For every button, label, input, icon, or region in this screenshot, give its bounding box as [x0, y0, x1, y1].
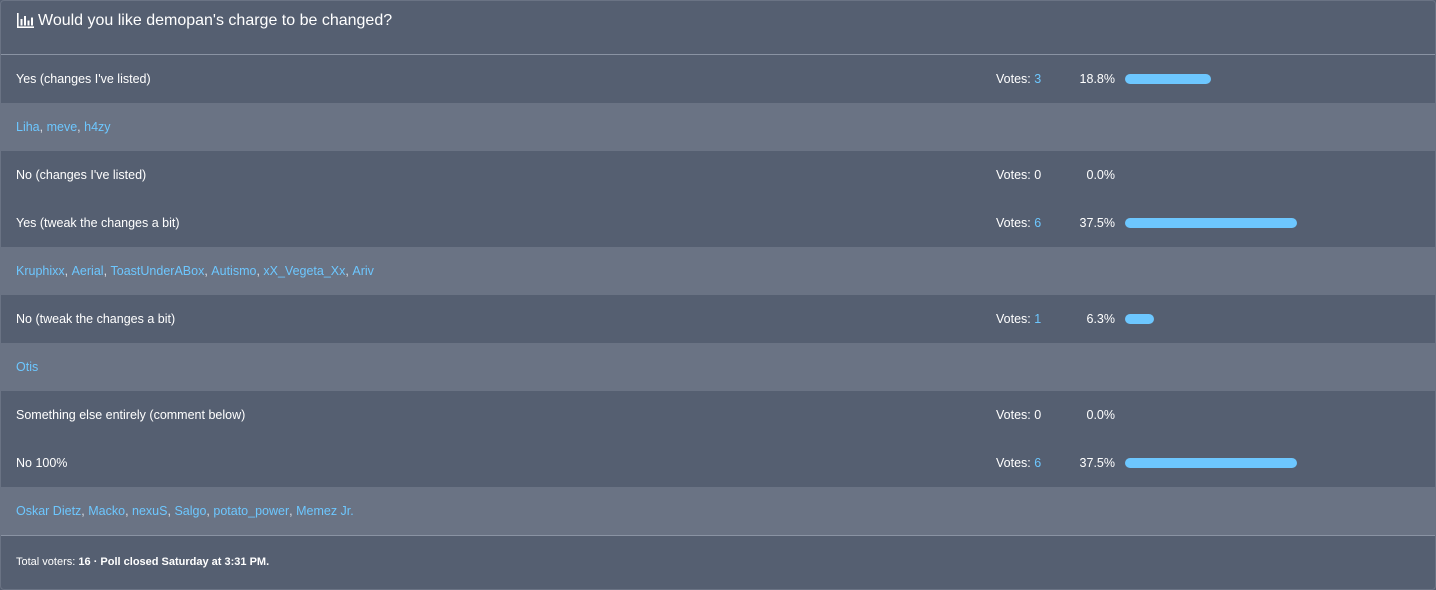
- poll-option-label: Yes (changes I've listed): [16, 72, 151, 86]
- poll-option-label: No 100%: [16, 456, 68, 470]
- poll-option-label: No (changes I've listed): [16, 168, 147, 182]
- votes-label: Votes:: [996, 168, 1031, 182]
- poll-header: Would you like demopan's charge to be ch…: [1, 0, 1435, 55]
- poll-option-label: Something else entirely (comment below): [16, 408, 246, 422]
- voter-link[interactable]: h4zy: [84, 120, 110, 134]
- votes-label: Votes:: [996, 456, 1031, 470]
- poll-option-percent: 37.5%: [1079, 216, 1115, 230]
- votes-count[interactable]: 3: [1034, 72, 1041, 86]
- poll-option-bar: [1125, 218, 1297, 228]
- poll-option-row: Yes (changes I've listed) Votes: 3 18.8%: [1, 55, 1435, 103]
- voter-link[interactable]: Aerial: [72, 264, 104, 278]
- poll-option-votes: Votes: 0: [996, 408, 1058, 422]
- poll-option-percent: 6.3%: [1086, 312, 1116, 326]
- poll-option-row: No 100% Votes: 6 37.5%: [1, 439, 1435, 487]
- votes-label: Votes:: [996, 72, 1031, 86]
- poll-option-row: Something else entirely (comment below) V…: [1, 391, 1435, 439]
- footer-separator: ·: [93, 555, 98, 568]
- poll-option-bar: [1125, 458, 1297, 468]
- votes-count[interactable]: 6: [1034, 456, 1041, 470]
- poll-option-votes: Votes: 0: [996, 168, 1058, 182]
- poll-option-percent: 0.0%: [1086, 168, 1116, 182]
- poll-option-voters: Otis: [1, 343, 1435, 391]
- voter-link[interactable]: nexuS: [132, 504, 167, 518]
- poll-option-percent: 0.0%: [1086, 408, 1116, 422]
- total-voters-label: Total voters:: [16, 555, 76, 568]
- voter-link[interactable]: xX_Vegeta_Xx: [263, 264, 345, 278]
- poll-option-row: No (tweak the changes a bit) Votes: 1 6.3%: [1, 295, 1435, 343]
- votes-label: Votes:: [996, 216, 1031, 230]
- voter-link[interactable]: Kruphixx: [16, 264, 65, 278]
- poll-option-voters: Oskar Dietz, Macko, nexuS, Salgo, potato…: [1, 487, 1435, 535]
- poll-option-bar-track: [1125, 74, 1425, 85]
- votes-count: 0: [1034, 408, 1042, 422]
- votes-label: Votes:: [996, 312, 1031, 326]
- voter-link[interactable]: potato_power: [213, 504, 289, 518]
- poll-option-votes: Votes: 3: [996, 72, 1058, 86]
- poll-option-bar-track: [1125, 218, 1425, 229]
- poll-option-bar: [1125, 74, 1211, 84]
- voter-link[interactable]: Autismo: [211, 264, 256, 278]
- poll-option-votes: Votes: 6: [996, 216, 1058, 230]
- poll-option-voters: Liha, meve, h4zy: [1, 103, 1435, 151]
- voter-link[interactable]: Oskar Dietz: [16, 504, 81, 518]
- poll-option-percent: 37.5%: [1079, 456, 1115, 470]
- voter-link[interactable]: Otis: [16, 360, 38, 374]
- poll-option-row: No (changes I've listed) Votes: 0 0.0%: [1, 151, 1435, 199]
- voter-link[interactable]: ToastUnderABox: [111, 264, 205, 278]
- poll-options: Yes (changes I've listed) Votes: 3 18.8% Li…: [1, 55, 1435, 535]
- votes-label: Votes:: [996, 408, 1031, 422]
- poll-option-votes: Votes: 1: [996, 312, 1058, 326]
- poll-option-label: Yes (tweak the changes a bit): [16, 216, 180, 230]
- voter-link[interactable]: Liha: [16, 120, 40, 134]
- poll-option-bar-track: [1125, 458, 1425, 469]
- poll-option-percent: 18.8%: [1079, 72, 1115, 86]
- voter-link[interactable]: Salgo: [174, 504, 206, 518]
- voter-link[interactable]: Memez Jr.: [296, 504, 354, 518]
- voter-link[interactable]: Macko: [88, 504, 125, 518]
- poll-closed-text: Poll closed Saturday at 3:31 PM.: [100, 555, 270, 568]
- votes-count[interactable]: 6: [1034, 216, 1041, 230]
- poll-option-bar-track: [1125, 170, 1425, 181]
- poll-footer: Total voters: 16 · Poll closed Saturday …: [1, 535, 1435, 587]
- poll-option-voters: Kruphixx, Aerial, ToastUnderABox, Autism…: [1, 247, 1435, 295]
- voter-link[interactable]: Ariv: [352, 264, 374, 278]
- votes-count[interactable]: 1: [1034, 312, 1041, 326]
- poll-option-bar-track: [1125, 314, 1425, 325]
- poll-option-bar-track: [1125, 410, 1425, 421]
- bar-chart-icon: [17, 13, 34, 28]
- voter-link[interactable]: meve: [47, 120, 78, 134]
- poll-option-row: Yes (tweak the changes a bit) Votes: 6 37.…: [1, 199, 1435, 247]
- poll-option-label: No (tweak the changes a bit): [16, 312, 176, 326]
- total-voters-count: 16: [78, 555, 91, 568]
- poll-widget: Would you like demopan's charge to be ch…: [0, 0, 1436, 590]
- poll-option-votes: Votes: 6: [996, 456, 1058, 470]
- poll-option-bar: [1125, 314, 1154, 324]
- votes-count: 0: [1034, 168, 1042, 182]
- poll-title: Would you like demopan's charge to be ch…: [38, 11, 393, 29]
